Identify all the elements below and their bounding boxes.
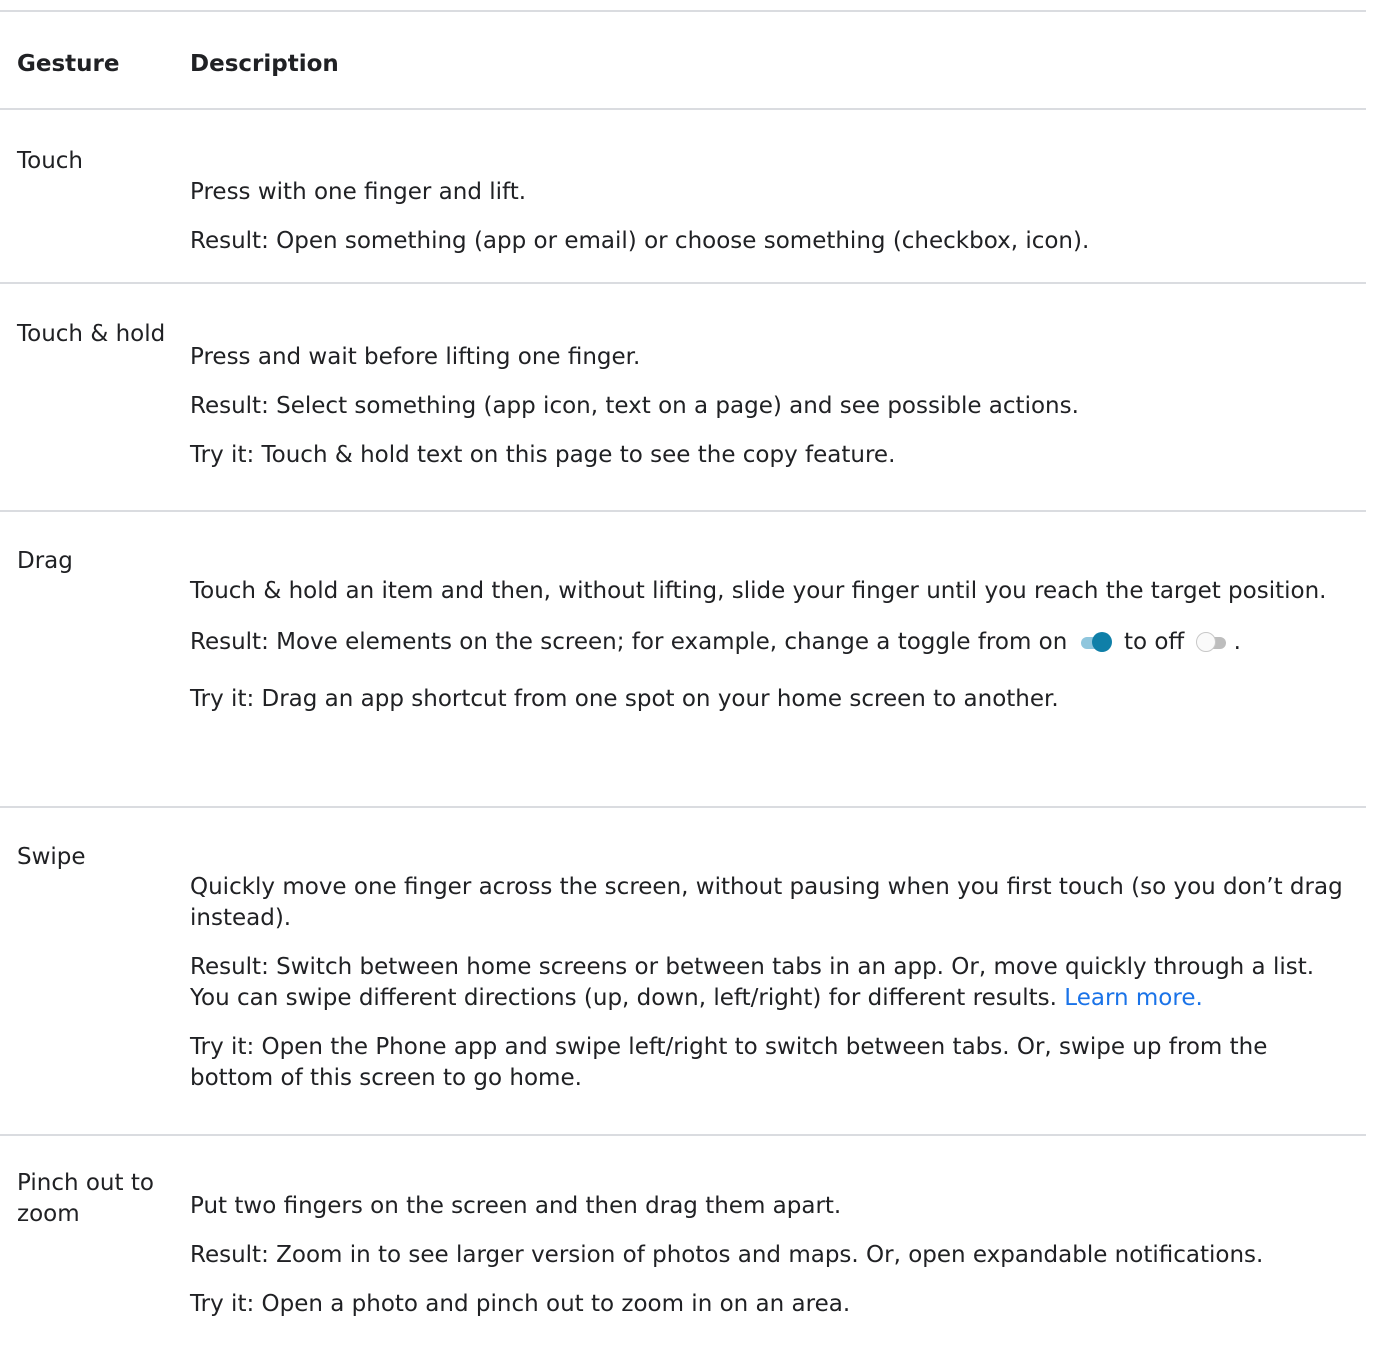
table-row-swipe: Swipe Quickly move one finger across the… (0, 808, 1366, 1136)
gesture-description: Put two fingers on the screen and then d… (190, 1191, 1350, 1320)
try-it-text: Try it: Drag an app shortcut from one sp… (190, 686, 1059, 712)
gesture-description: Press with one finger and lift. Result: … (190, 177, 1350, 257)
toggle-on-icon (1079, 631, 1113, 653)
gesture-column-header: Gesture (17, 51, 120, 77)
gesture-name: Touch (17, 148, 84, 174)
instruction-text: Press and wait before lifting one finger… (190, 344, 641, 370)
result-text-start: Result: Move elements on the screen; for… (190, 629, 1068, 655)
result-text-middle: to off (1123, 629, 1185, 655)
table-row-pinch: Pinch out to zoom Put two fingers on the… (0, 1136, 1366, 1356)
gesture-description: Quickly move one finger across the scree… (190, 872, 1350, 1094)
gestures-table: Gesture Description Touch Press with one… (0, 10, 1366, 1356)
table-row-touch-hold: Touch & hold Press and wait before lifti… (0, 284, 1366, 512)
table-row-touch: Touch Press with one finger and lift. Re… (0, 110, 1366, 284)
table-row-drag: Drag Touch & hold an item and then, with… (0, 512, 1366, 808)
result-text: Result: Select something (app icon, text… (190, 393, 1079, 419)
gesture-name: Pinch out to zoom (17, 1170, 154, 1227)
gesture-description: Press and wait before lifting one finger… (190, 342, 1350, 471)
try-it-text: Try it: Open a photo and pinch out to zo… (190, 1291, 851, 1317)
result-text-end: . (1233, 629, 1241, 655)
gesture-description: Touch & hold an item and then, without l… (190, 576, 1350, 715)
instruction-text: Put two fingers on the screen and then d… (190, 1193, 842, 1219)
result-text: Result: Switch between home screens or b… (190, 952, 1350, 1014)
result-text: Result: Zoom in to see larger version of… (190, 1242, 1264, 1268)
table-header-row: Gesture Description (0, 12, 1366, 110)
result-text: Result: Open something (app or email) or… (190, 228, 1090, 254)
learn-more-link[interactable]: Learn more. (1064, 985, 1202, 1011)
try-it-text: Try it: Touch & hold text on this page t… (190, 442, 896, 468)
gesture-name: Drag (17, 548, 73, 574)
instruction-text: Press with one finger and lift. (190, 179, 527, 205)
description-column-header: Description (190, 51, 339, 77)
gesture-name: Swipe (17, 844, 86, 870)
result-text: Result: Move elements on the screen; for… (190, 627, 1350, 658)
toggle-off-icon (1195, 631, 1230, 653)
instruction-text: Quickly move one finger across the scree… (190, 874, 1343, 931)
instruction-text: Touch & hold an item and then, without l… (190, 578, 1327, 604)
try-it-text: Try it: Open the Phone app and swipe lef… (190, 1034, 1268, 1091)
gesture-name: Touch & hold (17, 321, 166, 347)
